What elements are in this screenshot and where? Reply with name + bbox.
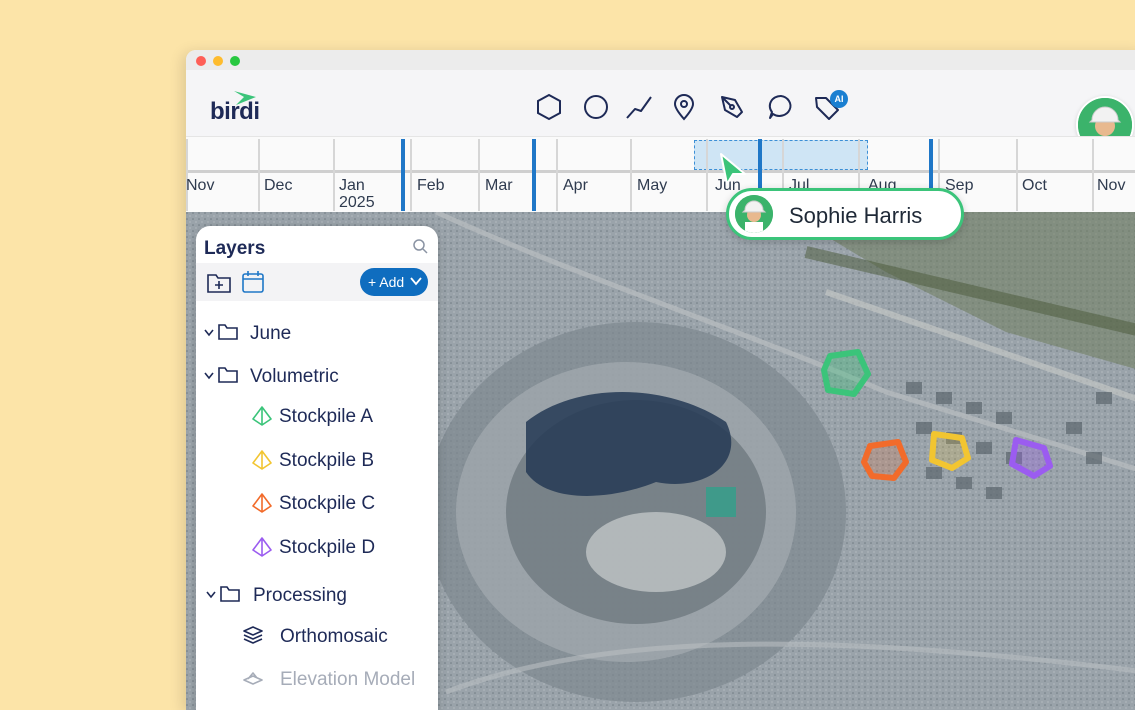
layer-stockpile-b[interactable]: Stockpile B [196,445,438,475]
folder-icon [220,586,240,602]
stockpile-icon [252,450,272,470]
add-layer-button[interactable]: + Add [360,268,428,296]
timeline-axis [186,170,1135,173]
layer-elevation-model[interactable]: Elevation Model [196,664,438,694]
chevron-down-icon [204,372,214,380]
timeline-month-label: Jan 2025 [339,177,375,211]
minimize-window-button[interactable] [213,56,223,66]
timeline-capture-marker[interactable] [401,139,405,211]
collaborator-avatar-image [735,195,773,233]
timeline-tick [556,139,558,211]
timeline-month-label: Apr [563,177,588,194]
layers-stack-icon [243,626,263,644]
layer-label: Processing [253,585,347,606]
timeline-tick [630,139,632,211]
circle-icon [584,95,608,119]
chevron-down-icon [206,591,216,599]
comment-tool-button[interactable] [766,92,796,122]
stockpile-icon [252,406,272,426]
timeline-tick [1092,139,1094,211]
layer-folder-volumetric[interactable]: Volumetric [196,361,438,391]
layers-toolbar: + Add [196,263,438,301]
collaborator-cursor-icon [720,153,746,185]
timeline-month-label: Oct [1022,177,1047,194]
layer-label: Stockpile B [279,450,375,471]
calendar-icon[interactable] [240,269,266,295]
timeline-tick [333,139,335,211]
timeline-capture-marker[interactable] [532,139,536,211]
line-icon [626,96,652,119]
date-timeline[interactable]: Nov Dec Jan 2025 Feb Mar Apr May Jun Jul Aug Sep Oc… [186,136,1135,213]
layer-label: Volumetric [250,366,339,387]
timeline-tick [258,139,260,211]
stockpile-a-outline[interactable] [821,349,871,397]
stockpile-icon [252,493,272,513]
layer-orthomosaic[interactable]: Orthomosaic [196,621,438,651]
timeline-month-label: May [637,177,668,194]
layer-label: Elevation Model [280,669,416,690]
layer-stockpile-d[interactable]: Stockpile D [196,532,438,562]
timeline-month-label: Nov [186,177,215,194]
location-tool-button[interactable] [669,92,699,122]
location-pin-icon [673,94,695,121]
folder-icon [218,324,238,340]
collaborator-name-tag: Sophie Harris [726,188,964,240]
stockpile-b-outline[interactable] [929,431,971,471]
line-tool-button[interactable] [624,92,654,122]
timeline-tick [706,139,708,211]
comment-icon [768,94,792,119]
maximize-window-button[interactable] [230,56,240,66]
layer-label: June [250,323,292,344]
pen-tool-button[interactable] [717,92,747,122]
stockpile-icon [252,537,272,557]
close-window-button[interactable] [196,56,206,66]
timeline-tick [410,139,412,211]
polygon-icon [537,93,561,121]
timeline-month-label: Mar [485,177,513,194]
stockpile-c-outline[interactable] [861,439,909,481]
birdi-logo[interactable]: birdi [198,79,260,125]
chevron-down-icon [204,329,214,337]
layer-label: Orthomosaic [280,626,388,647]
timeline-tick [186,139,188,211]
timeline-tick [1016,139,1018,211]
timeline-month-label: Dec [264,177,293,194]
layer-folder-processing[interactable]: Processing [196,580,438,610]
layer-label: Stockpile A [279,406,373,427]
search-icon[interactable] [412,238,428,254]
window-titlebar [186,50,1135,70]
elevation-icon [243,672,263,685]
timeline-month-label: Feb [417,177,445,194]
layers-title: Layers [204,238,266,259]
chevron-down-icon [410,277,422,286]
circle-tool-button[interactable] [581,92,611,122]
layer-label: Stockpile D [279,537,376,558]
layer-stockpile-a[interactable]: Stockpile A [196,401,438,431]
add-folder-icon[interactable] [206,269,232,295]
collaborator-avatar [735,195,773,233]
folder-icon [218,367,238,383]
layer-stockpile-c[interactable]: Stockpile C [196,488,438,518]
collaborator-name: Sophie Harris [789,203,923,228]
logo-text: birdi [210,98,260,125]
add-layer-label: + Add [368,274,405,290]
timeline-tick [478,139,480,211]
layer-label: Stockpile C [279,493,376,514]
ai-badge: AI [830,90,848,108]
layer-folder-june[interactable]: June [196,318,438,348]
timeline-month-label: Nov [1097,177,1126,194]
app-header: birdi AI [186,70,1135,154]
pen-icon [721,96,743,118]
layers-panel: Layers + Add June Volumetric Stockpile A… [196,226,438,710]
ai-tag-tool-button[interactable]: AI [812,90,848,122]
app-window: birdi AI Nov Dec Jan 2025 Feb Mar Apr Ma… [186,50,1135,710]
polygon-tool-button[interactable] [534,92,564,122]
